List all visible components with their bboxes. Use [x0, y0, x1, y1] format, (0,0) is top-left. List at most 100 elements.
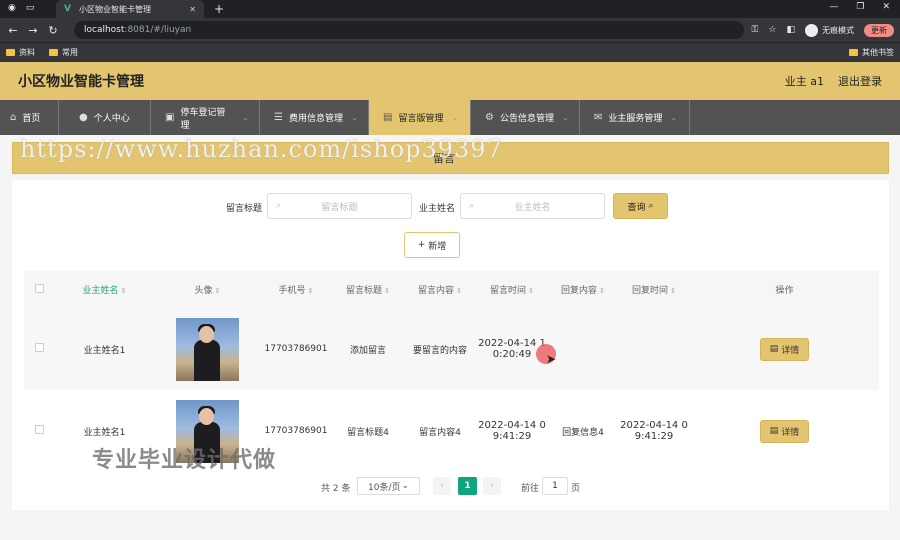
owner-placeholder: 业主姓名 [514, 202, 551, 213]
incognito-indicator[interactable]: 无痕模式 [805, 23, 854, 37]
next-page-button[interactable]: › [483, 477, 501, 495]
sort-icon[interactable]: ⇕ [308, 287, 314, 295]
sort-icon[interactable]: ⇕ [599, 287, 605, 295]
main-nav: ⌂ 首页 ● 个人中心 ▣ 停车登记管理 ⌄ ☰ 费用信息管理 ⌄ ▤ 留言版管… [0, 100, 900, 135]
table-header-row: 业主姓名 ⇕ 头像 ⇕ 手机号 ⇕ 留言标题 ⇕ 留言内容 ⇕ 留言时间 ⇕ 回复内容 ⇕ 回… [24, 271, 879, 308]
other-bookmarks[interactable]: 其他书签 [849, 47, 894, 58]
pagination: 共 2 条 10条/页 ⌄ ‹ 1 › 前往 1 页 [12, 477, 889, 495]
nav-item-label: 业主服务管理 [608, 114, 663, 124]
url-watermark: https://www.huzhan.com/ishop39397 [20, 135, 503, 163]
query-button[interactable]: 查询 ⌕ [613, 193, 668, 219]
col-header[interactable]: 回复时间 ⇕ [618, 271, 690, 308]
other-bookmarks-label: 其他书签 [862, 48, 894, 57]
tab-list-icon[interactable]: ▭ [26, 3, 35, 13]
query-label: 查询 [627, 202, 646, 213]
sort-icon[interactable]: ⇕ [121, 287, 127, 295]
bookmark-folder[interactable]: 常用 [49, 47, 78, 58]
col-header[interactable]: 头像 ⇕ [155, 271, 260, 308]
avatar [176, 317, 239, 381]
url-path: :8081/#/liuyan [124, 25, 192, 35]
col-header[interactable]: 留言内容 ⇕ [404, 271, 476, 308]
sort-icon[interactable]: ⇕ [670, 287, 676, 295]
tab-close-icon[interactable]: ✕ [189, 5, 196, 14]
chevron-down-icon: ⌄ [670, 113, 678, 122]
goto-page-input[interactable]: 1 [542, 477, 568, 495]
page-number-current[interactable]: 1 [458, 477, 477, 495]
bookmark-label: 资料 [19, 48, 35, 57]
browser-toolbar: ← → ↻ localhost:8081/#/liuyan ⚿ ☆ ◧ 无痕模式… [0, 18, 900, 42]
detail-button[interactable]: ▤ 详情 [760, 337, 809, 361]
reload-icon[interactable]: ↻ [46, 24, 60, 37]
browser-tab[interactable]: V 小区物业智能卡管理 ✕ [56, 0, 204, 18]
globe-icon[interactable]: ◉ [8, 3, 16, 13]
nav-item-fees[interactable]: ☰ 费用信息管理 ⌄ [260, 100, 369, 135]
col-header[interactable]: 手机号 ⇕ [260, 271, 332, 308]
owner-search-input[interactable]: ⌕ 业主姓名 [460, 193, 605, 219]
sort-icon[interactable]: ⇕ [384, 287, 390, 295]
row-checkbox[interactable] [34, 425, 44, 434]
folder-icon [6, 49, 15, 56]
owner-label: 业主姓名 [419, 204, 456, 214]
new-tab-icon[interactable]: + [214, 2, 224, 16]
logout-button[interactable]: 退出登录 [838, 73, 882, 89]
mail-icon: ✉ [594, 112, 603, 123]
search-icon: ⌕ [469, 201, 475, 211]
nav-item-profile[interactable]: ● 个人中心 [59, 100, 151, 135]
mouse-cursor-icon: ➤ [546, 352, 557, 366]
select-all-checkbox[interactable] [34, 283, 44, 293]
add-label: 新增 [428, 241, 447, 252]
star-icon[interactable]: ☆ [768, 25, 776, 35]
user-label: 业主 a1 [784, 75, 824, 88]
add-button[interactable]: + 新增 [404, 232, 460, 258]
goto-label: 前往 [521, 484, 540, 494]
title-search-input[interactable]: ⌕ 留言标题 [267, 193, 412, 219]
sort-icon[interactable]: ⇕ [456, 287, 462, 295]
title-placeholder: 留言标题 [321, 202, 358, 213]
sort-icon[interactable]: ⇕ [528, 287, 534, 295]
nav-item-parking[interactable]: ▣ 停车登记管理 ⌄ [151, 100, 260, 135]
detail-icon: ▤ [769, 426, 779, 436]
chevron-down-icon: ⌄ [561, 113, 569, 122]
sidepanel-icon[interactable]: ◧ [786, 25, 795, 35]
reply-time-cell [618, 308, 690, 390]
folder-icon [49, 49, 58, 56]
sort-icon[interactable]: ⇕ [215, 287, 221, 295]
owner-cell: 业主姓名1 [83, 345, 126, 356]
nav-item-services[interactable]: ✉ 业主服务管理 ⌄ [580, 100, 690, 135]
reply-time-cell: 2022-04-14 09:41:29 [620, 420, 688, 442]
nav-item-messages[interactable]: ▤ 留言版管理 ⌄ [369, 100, 471, 135]
toolbar-right: ⚿ ☆ ◧ 无痕模式 更新 [752, 23, 894, 37]
content-cell: 要留言的内容 [412, 345, 467, 356]
minimize-icon[interactable]: — [829, 2, 838, 12]
bookmark-folder[interactable]: 资料 [6, 47, 35, 58]
back-icon[interactable]: ← [6, 24, 20, 37]
content-cell: 留言内容4 [419, 427, 461, 438]
nav-item-label: 首页 [22, 114, 41, 124]
detail-button[interactable]: ▤ 详情 [760, 419, 809, 443]
restore-icon[interactable]: ❐ [856, 2, 864, 12]
nav-item-notices[interactable]: ⚙ 公告信息管理 ⌄ [471, 100, 580, 135]
nav-item-home[interactable]: ⌂ 首页 [0, 100, 59, 135]
bookmark-label: 常用 [62, 48, 78, 57]
col-header[interactable]: 业主姓名 ⇕ [54, 271, 155, 308]
page-size-select[interactable]: 10条/页 ⌄ [357, 477, 420, 495]
window-close-icon[interactable]: ✕ [882, 2, 890, 12]
chevron-down-icon: ⌄ [350, 113, 358, 122]
col-header[interactable]: 回复内容 ⇕ [548, 271, 618, 308]
bookmarks-bar: 资料 常用 其他书签 [0, 42, 900, 62]
search-icon: ⌕ [276, 201, 282, 211]
update-button[interactable]: 更新 [864, 23, 894, 37]
col-header[interactable]: 留言标题 ⇕ [332, 271, 404, 308]
address-bar[interactable]: localhost:8081/#/liuyan [74, 21, 744, 39]
col-header[interactable]: 留言时间 ⇕ [476, 271, 548, 308]
reply-cell [548, 308, 618, 390]
incognito-label: 无痕模式 [822, 25, 854, 35]
reply-cell: 回复信息4 [562, 427, 604, 438]
row-checkbox[interactable] [34, 343, 44, 352]
key-icon[interactable]: ⚿ [752, 25, 759, 35]
detail-icon: ▤ [769, 344, 779, 354]
table-row[interactable]: 业主姓名1 17703786901 添加留言 要留言的内容 2022-04-14… [24, 308, 879, 390]
prev-page-button[interactable]: ‹ [433, 477, 451, 495]
forward-icon[interactable]: → [26, 24, 40, 37]
list-icon: ☰ [274, 112, 283, 123]
